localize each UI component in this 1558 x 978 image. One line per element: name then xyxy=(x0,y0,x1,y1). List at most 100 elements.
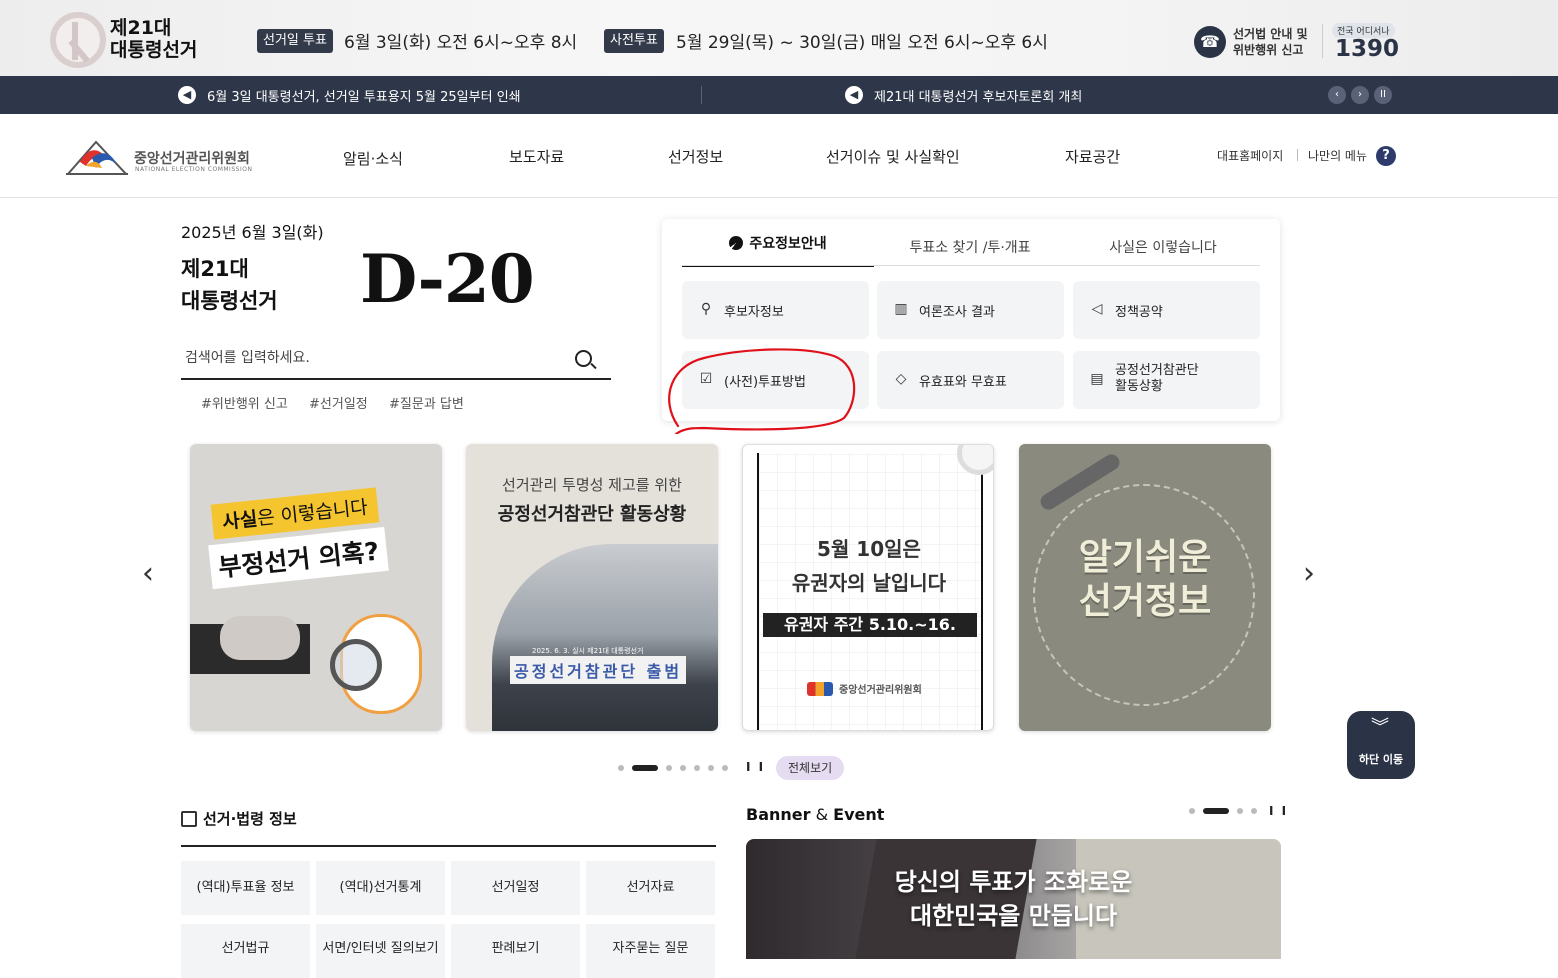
nec-logo-icon[interactable] xyxy=(66,136,128,176)
election-logo-icon xyxy=(50,12,106,68)
magnifier-icon xyxy=(330,639,382,691)
carousel-card-voters-day[interactable]: 5월 10일은 유권자의 날입니다 유권자 주간 5.10.~16. 중앙선거관… xyxy=(742,444,994,731)
banner-image[interactable]: 당신의 투표가 조화로운 대한민국을 만듭니다 xyxy=(746,839,1281,959)
ticker-prev-icon[interactable]: ‹ xyxy=(1328,86,1346,104)
main-homepage-link[interactable]: 대표홈페이지 xyxy=(1217,147,1283,164)
election-title-line2: 대통령선거 xyxy=(110,39,198,61)
card-line1: 5월 10일은 xyxy=(817,537,921,561)
speaker-icon: ◀ xyxy=(845,86,863,104)
phone-icon: ☎ xyxy=(1194,26,1226,58)
election-banner: 제21대 대통령선거 선거일 투표 6월 3일(화) 오전 6시~오후 8시 사… xyxy=(0,0,1558,76)
button-label: (사전)투표방법 xyxy=(724,375,806,390)
tab-main-info[interactable]: 주요정보안내 xyxy=(682,235,874,267)
banner-title-amp: & xyxy=(810,805,834,824)
voting-method-button[interactable]: ☑ (사전)투표방법 xyxy=(682,351,869,409)
nav-item-press[interactable]: 보도자료 xyxy=(509,146,564,167)
early-vote-text: 5월 29일(목) ~ 30일(금) 매일 오전 6시~오후 6시 xyxy=(676,33,1048,53)
card-tag-rest: 은 이렇습니다 xyxy=(256,496,369,530)
election-name-line2: 대통령선거 xyxy=(181,289,278,313)
hotline-line1: 선거법 안내 및 xyxy=(1233,27,1308,41)
pagination-dot-active[interactable] xyxy=(1203,808,1229,814)
law-button[interactable]: 판례보기 xyxy=(451,924,580,978)
search-icon[interactable] xyxy=(575,350,592,367)
card-title-line2: 선거정보 xyxy=(1078,581,1212,622)
carousel-prev-icon[interactable]: ‹ xyxy=(142,556,154,591)
election-day-badge: 선거일 투표 xyxy=(257,29,333,53)
card-band: 유권자 주간 5.10.~16. xyxy=(763,613,977,637)
law-button[interactable]: 선거법규 xyxy=(181,924,310,978)
card-line2: 유권자의 날입니다 xyxy=(791,571,947,595)
speaker-icon: ◀ xyxy=(178,86,196,104)
law-button[interactable]: (역대)투표율 정보 xyxy=(181,861,310,915)
pagination-dot[interactable] xyxy=(666,765,672,771)
move-to-bottom-button[interactable]: ︾ 하단 이동 xyxy=(1347,711,1415,779)
law-button[interactable]: 선거자료 xyxy=(586,861,715,915)
button-label-line2: 활동상황 xyxy=(1115,379,1163,394)
election-name-line1: 제21대 xyxy=(181,257,249,281)
photo-banner: 공정선거참관단 출범 xyxy=(510,656,687,684)
hashtag-link[interactable]: #위반행위 신고 xyxy=(201,393,288,412)
button-label: 유효표와 무효표 xyxy=(919,375,1007,390)
nav-item-news[interactable]: 알림·소식 xyxy=(343,148,403,169)
ticker-next-icon[interactable]: › xyxy=(1351,86,1369,104)
hotline-label[interactable]: 선거법 안내 및 위반행위 신고 xyxy=(1233,26,1308,58)
valid-invalid-votes-button[interactable]: ◇ 유효표와 무효표 xyxy=(877,351,1064,409)
law-button[interactable]: 자주묻는 질문 xyxy=(586,924,715,978)
external-link-icon xyxy=(181,811,197,827)
pagination-dot[interactable] xyxy=(708,765,714,771)
tab-label: 주요정보안내 xyxy=(749,236,827,252)
pagination-dot[interactable] xyxy=(680,765,686,771)
pagination-dot-active[interactable] xyxy=(632,765,658,771)
view-all-button[interactable]: 전체보기 xyxy=(776,756,845,780)
stamp-icon: ◇ xyxy=(895,371,907,387)
election-day-text: 6월 3일(화) 오전 6시~오후 8시 xyxy=(344,33,578,53)
pagination-dot[interactable] xyxy=(1237,808,1243,814)
carousel-card-observers[interactable]: 선거관리 투명성 제고를 위한 공정선거참관단 활동상황 2025. 6. 3.… xyxy=(466,444,718,731)
law-section-title: 선거·법령 정보 xyxy=(181,808,297,829)
hotline-line2: 위반행위 신고 xyxy=(1233,43,1304,57)
banner-text: 당신의 투표가 조화로운 대한민국을 만듭니다 xyxy=(746,865,1281,933)
pagination-dot[interactable] xyxy=(1251,808,1257,814)
law-button[interactable]: 서면/인터넷 질의보기 xyxy=(316,924,445,978)
handshake-image xyxy=(220,616,300,660)
pagination-dot[interactable] xyxy=(694,765,700,771)
carousel-next-icon[interactable]: › xyxy=(1303,556,1315,591)
pagination-dot[interactable] xyxy=(722,765,728,771)
document-icon: ▤ xyxy=(1090,371,1104,387)
election-title: 제21대 대통령선거 xyxy=(110,17,197,61)
help-icon[interactable]: ? xyxy=(1376,146,1396,166)
law-button[interactable]: (역대)선거통계 xyxy=(316,861,445,915)
hashtag-link[interactable]: #질문과 답변 xyxy=(389,393,464,412)
news-ticker: ◀ 6월 3일 대통령선거, 선거일 투표용지 5월 25일부터 인쇄 ◀ 제2… xyxy=(0,76,1558,114)
ticker-item[interactable]: 6월 3일 대통령선거, 선거일 투표용지 5월 25일부터 인쇄 xyxy=(207,86,521,105)
banner-section-title: Banner & Event xyxy=(746,805,884,824)
election-title-line1: 제21대 xyxy=(110,17,172,39)
move-down-label: 하단 이동 xyxy=(1358,753,1404,766)
nav-item-issues[interactable]: 선거이슈 및 사실확인 xyxy=(826,146,960,167)
group-photo xyxy=(492,544,718,731)
observer-activity-button[interactable]: ▤ 공정선거참관단 활동상황 xyxy=(1073,351,1260,409)
nav-item-archive[interactable]: 자료공간 xyxy=(1065,146,1120,167)
org-name-en: NATIONAL ELECTION COMMISSION xyxy=(135,166,253,173)
law-button[interactable]: 선거일정 xyxy=(451,861,580,915)
pagination-dot[interactable] xyxy=(1189,808,1195,814)
pagination-dot[interactable] xyxy=(618,765,624,771)
org-name[interactable]: 중앙선거관리위원회 xyxy=(134,148,250,168)
banner-pause-icon[interactable]: I I xyxy=(1269,804,1288,818)
policy-pledges-button[interactable]: ◁ 정책공약 xyxy=(1073,281,1260,339)
candidate-info-button[interactable]: ⚲ 후보자정보 xyxy=(682,281,869,339)
search-input[interactable] xyxy=(185,344,555,372)
poll-results-button[interactable]: ▥ 여론조사 결과 xyxy=(877,281,1064,339)
carousel-pause-icon[interactable]: I I xyxy=(746,760,765,774)
banner-title-a: Banner xyxy=(746,805,811,824)
my-menu-link[interactable]: 나만의 메뉴 xyxy=(1308,147,1367,164)
nav-item-election-info[interactable]: 선거정보 xyxy=(668,146,723,167)
hotline-number[interactable]: 1390 xyxy=(1335,36,1399,62)
carousel-card-easy-info[interactable]: 알기쉬운 선거정보 xyxy=(1019,444,1271,731)
ticker-item[interactable]: 제21대 대통령선거 후보자토론회 개최 xyxy=(874,86,1082,105)
card-title: 공정선거참관단 활동상황 xyxy=(497,504,687,525)
hashtag-link[interactable]: #선거일정 xyxy=(309,393,368,412)
carousel-card-fact-check[interactable]: 사실은 이렇습니다 부정선거 의혹? xyxy=(190,444,442,731)
search-bar xyxy=(181,338,611,380)
ticker-pause-icon[interactable]: II xyxy=(1374,86,1392,104)
